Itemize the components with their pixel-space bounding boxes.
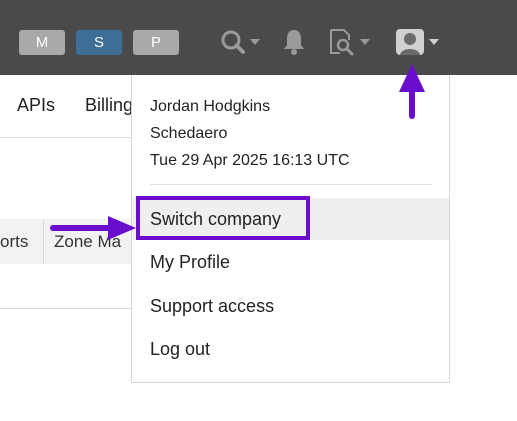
nav-item-apis[interactable]: APIs: [17, 95, 55, 116]
user-name: Jordan Hodgkins: [150, 98, 271, 115]
arrow-up-icon: [399, 64, 425, 119]
divider: [0, 308, 131, 309]
env-button-p[interactable]: P: [133, 30, 179, 55]
tab-reports[interactable]: orts: [0, 219, 43, 264]
search-menu[interactable]: [220, 28, 260, 56]
bell-icon: [284, 30, 304, 55]
nav-item-billing[interactable]: Billing: [85, 95, 133, 116]
menu-item-my-profile[interactable]: My Profile: [132, 241, 449, 283]
user-company: Schedaero: [150, 125, 228, 142]
menu-item-log-out[interactable]: Log out: [132, 328, 449, 370]
caret-down-icon: [250, 39, 260, 45]
search-icon: [221, 30, 245, 54]
menu-divider: [150, 184, 432, 185]
env-button-m[interactable]: M: [19, 30, 65, 55]
highlight-box: [136, 196, 310, 240]
notifications-button[interactable]: [281, 28, 307, 56]
env-button-s[interactable]: S: [76, 30, 122, 55]
user-avatar-icon: [396, 29, 424, 55]
arrow-right-icon: [50, 216, 136, 240]
document-search-menu[interactable]: [328, 28, 370, 56]
user-info: Jordan Hodgkins Schedaero Tue 29 Apr 202…: [150, 93, 350, 174]
top-bar: M S P: [0, 0, 517, 75]
divider: [0, 137, 131, 138]
caret-down-icon: [360, 39, 370, 45]
user-menu-button[interactable]: [395, 28, 439, 56]
menu-item-support-access[interactable]: Support access: [132, 285, 449, 327]
caret-down-icon: [429, 39, 439, 45]
user-timestamp: Tue 29 Apr 2025 16:13 UTC: [150, 152, 350, 169]
search-document-icon: [330, 29, 354, 56]
